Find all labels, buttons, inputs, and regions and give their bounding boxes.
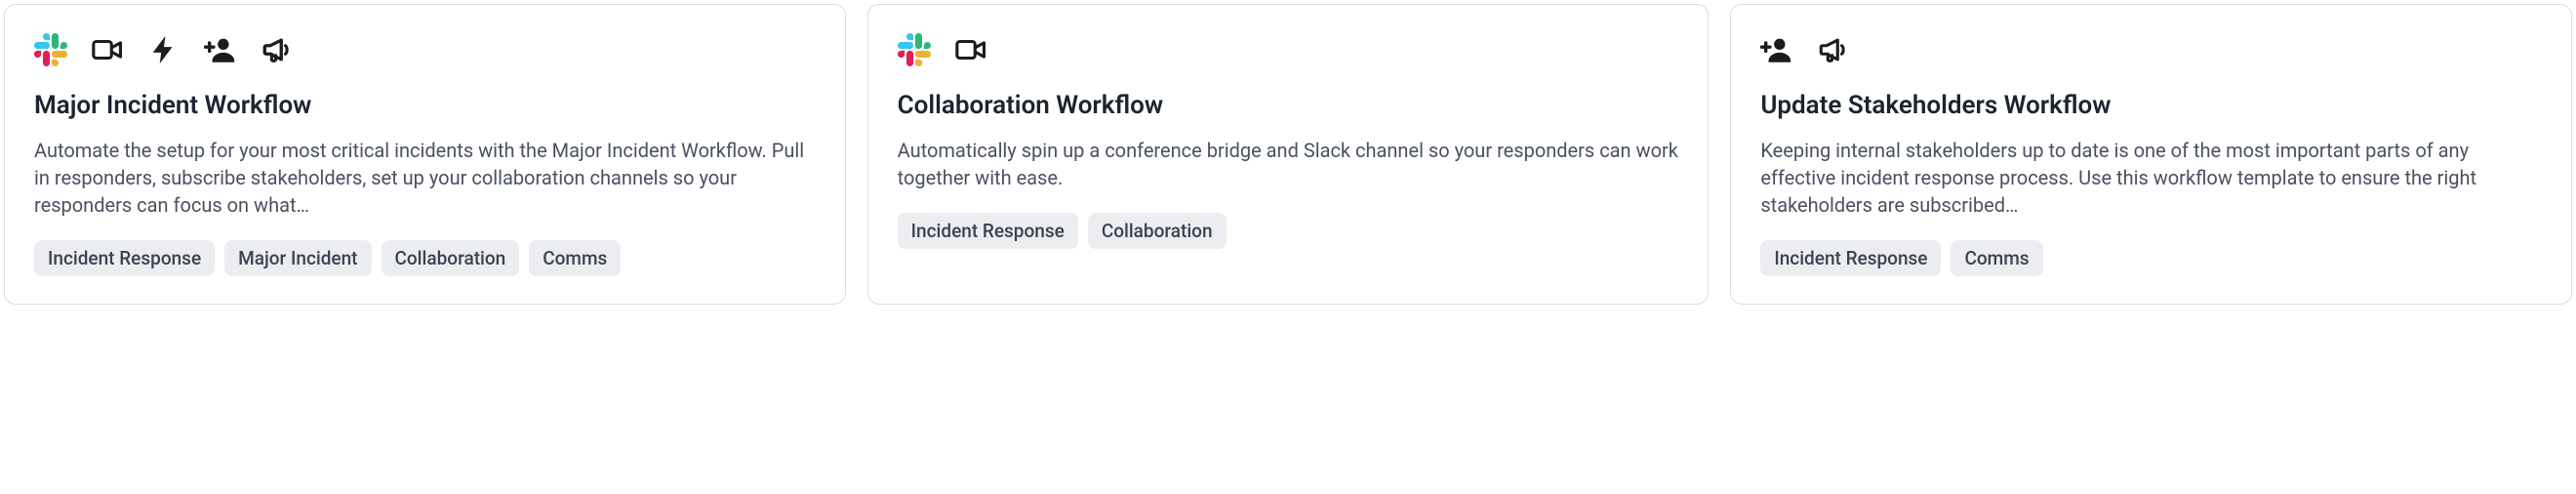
workflow-title: Collaboration Workflow: [898, 91, 1679, 121]
workflow-card-row: Major Incident Workflow Automate the set…: [4, 4, 2572, 305]
bolt-icon: [147, 33, 181, 66]
workflow-title: Major Incident Workflow: [34, 91, 816, 121]
workflow-card[interactable]: Update Stakeholders Workflow Keeping int…: [1730, 4, 2572, 305]
add-user-icon: [204, 33, 237, 66]
workflow-card[interactable]: Collaboration Workflow Automatically spi…: [867, 4, 1710, 305]
workflow-title: Update Stakeholders Workflow: [1760, 91, 2542, 121]
tag-row: Incident Response Comms: [1760, 240, 2542, 276]
workflow-description: Keeping internal stakeholders up to date…: [1760, 137, 2542, 219]
icon-row: [34, 32, 816, 67]
video-icon: [954, 33, 987, 66]
icon-row: [898, 32, 1679, 67]
slack-icon: [34, 33, 67, 66]
tag-row: Incident Response Major Incident Collabo…: [34, 240, 816, 276]
tag: Incident Response: [898, 213, 1078, 249]
tag: Major Incident: [224, 240, 371, 276]
icon-row: [1760, 32, 2542, 67]
tag: Collaboration: [1088, 213, 1227, 249]
slack-icon: [898, 33, 931, 66]
workflow-description: Automate the setup for your most critica…: [34, 137, 816, 219]
tag: Collaboration: [382, 240, 520, 276]
tag: Incident Response: [1760, 240, 1941, 276]
video-icon: [91, 33, 124, 66]
add-user-icon: [1760, 33, 1793, 66]
workflow-card[interactable]: Major Incident Workflow Automate the set…: [4, 4, 846, 305]
tag-row: Incident Response Collaboration: [898, 213, 1679, 249]
tag: Comms: [1951, 240, 2042, 276]
megaphone-icon: [1817, 33, 1850, 66]
workflow-description: Automatically spin up a conference bridg…: [898, 137, 1679, 191]
tag: Comms: [529, 240, 621, 276]
tag: Incident Response: [34, 240, 215, 276]
megaphone-icon: [261, 33, 294, 66]
